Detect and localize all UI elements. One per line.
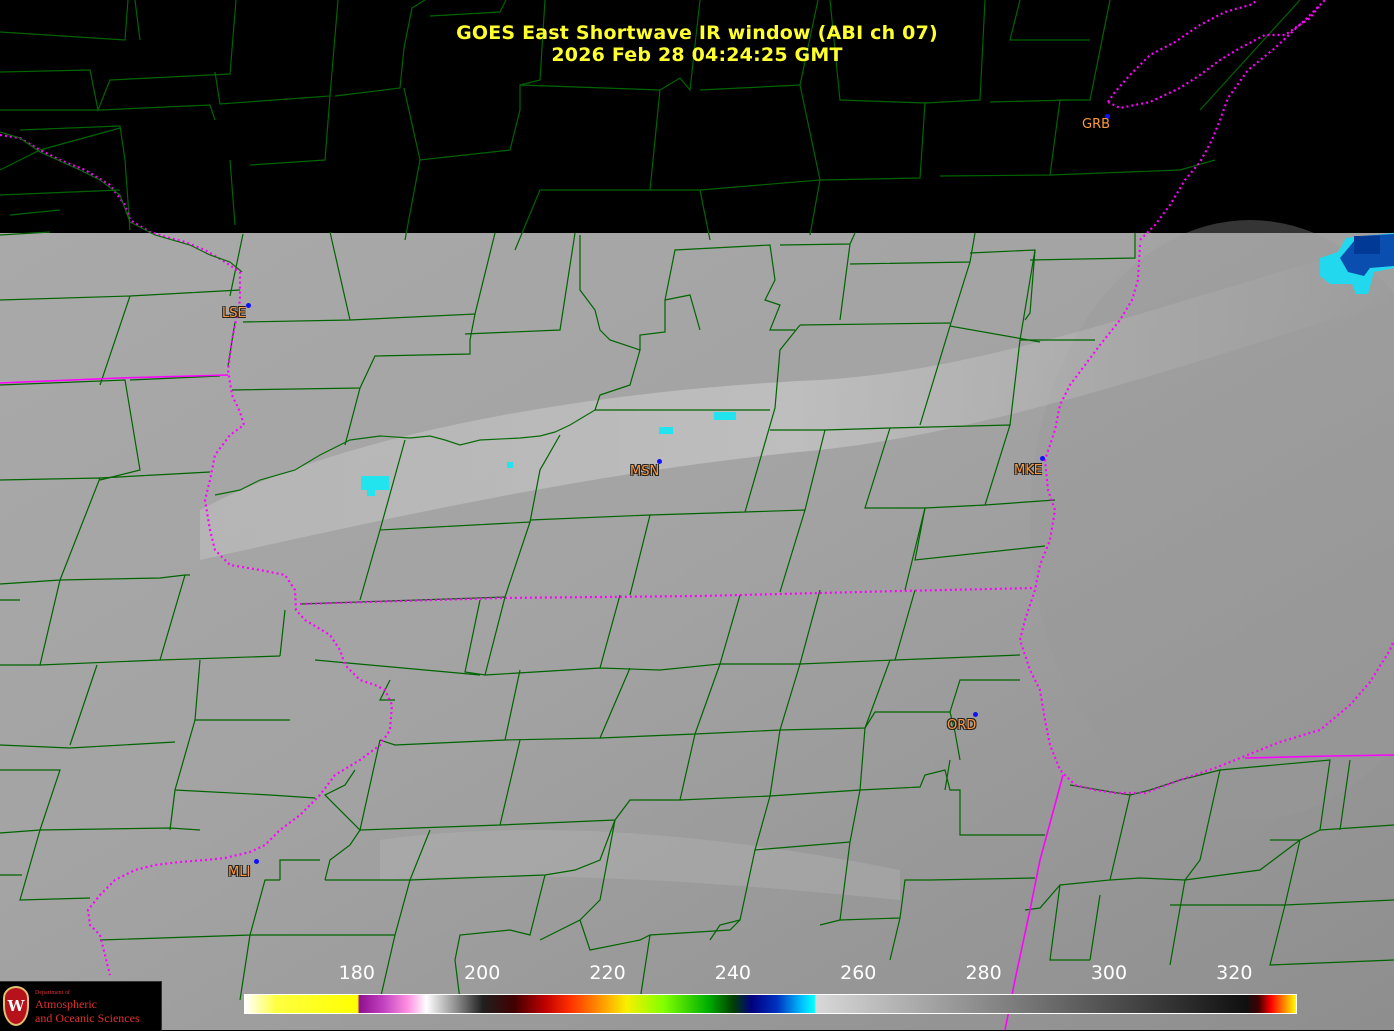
station-label-msn: MSN xyxy=(630,464,660,479)
logo-line-1: Atmospheric xyxy=(35,997,97,1011)
colorbar-tick-180: 180 xyxy=(338,962,375,984)
uw-seal-icon: W xyxy=(3,986,29,1026)
colorbar-tick-200: 200 xyxy=(464,962,501,984)
station-label-lse: LSE xyxy=(222,306,246,321)
logo-department: Department of xyxy=(35,990,70,996)
colorbar-tick-300: 300 xyxy=(1090,962,1128,984)
image-title: GOES East Shortwave IR window (ABI ch 07… xyxy=(456,22,938,44)
colorbar-tick-260: 260 xyxy=(840,962,877,984)
colorbar-tick-280: 280 xyxy=(965,962,1002,984)
station-label-mke: MKE xyxy=(1014,463,1042,478)
colorbar-tick-220: 220 xyxy=(589,962,626,984)
station-label-grb: GRB xyxy=(1082,117,1111,132)
colorbar xyxy=(244,994,1297,1014)
image-timestamp: 2026 Feb 28 04:24:25 GMT xyxy=(551,44,843,66)
station-dot-mke xyxy=(1040,456,1045,461)
station-dot-mli xyxy=(254,859,259,864)
satellite-map xyxy=(0,0,1394,1030)
station-dot-ord xyxy=(973,712,978,717)
station-label-mli: MLI xyxy=(228,865,251,880)
station-dot-lse xyxy=(246,303,251,308)
aos-logo: W Department of Atmospheric and Oceanic … xyxy=(0,981,162,1031)
colorbar-tick-240: 240 xyxy=(714,962,752,984)
logo-line-2: and Oceanic Sciences xyxy=(35,1011,140,1025)
colorbar-tick-320: 320 xyxy=(1216,962,1253,984)
station-label-ord: ORD xyxy=(947,718,977,733)
